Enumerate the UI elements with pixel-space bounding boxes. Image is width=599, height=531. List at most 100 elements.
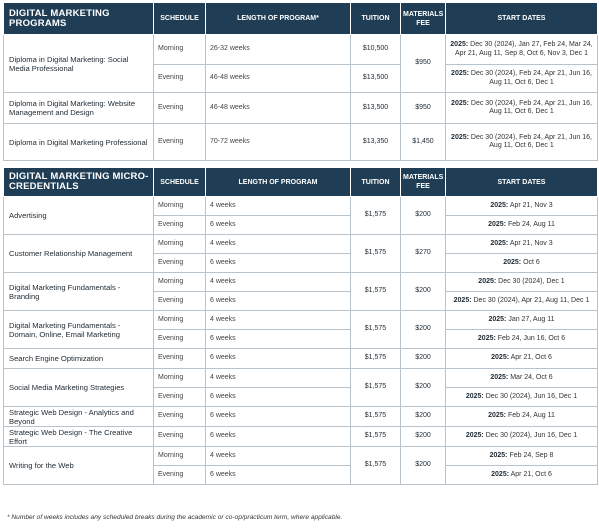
start-dates-cell: 2025: Dec 30 (2024), Feb 24, Apr 21, Jun…	[445, 92, 598, 124]
length-cell: 6 weeks	[205, 215, 351, 235]
table-row: Diploma in Digital Marketing: Social Med…	[3, 34, 598, 93]
schedule-cell: Evening	[153, 215, 206, 235]
schedule-cell: Evening	[153, 465, 206, 485]
tuition-cell: $1,575	[350, 272, 401, 311]
materials-fee-cell: $200	[400, 272, 446, 311]
course-name: Writing for the Web	[3, 446, 154, 485]
length-header: LENGTH OF PROGRAM*	[205, 2, 351, 35]
materials-fee-cell: $1,450	[400, 123, 446, 161]
year-label: 2025:	[450, 41, 469, 49]
length-cell: 4 weeks	[205, 310, 351, 330]
tuition-cell: $10,500	[350, 34, 401, 65]
year-label: 2025:	[451, 99, 469, 107]
table-row: Strategic Web Design - The Creative Effo…	[3, 426, 598, 447]
tuition-header: TUITION	[350, 167, 401, 197]
start-dates-cell: 2025: Apr 21, Oct 6	[445, 348, 598, 369]
year-label: 2025:	[489, 451, 508, 459]
materials-header: MATERIALS FEE	[400, 2, 446, 35]
start-dates-cell: 2025: Jan 27, Aug 11	[445, 310, 598, 330]
start-dates-header: START DATES	[445, 2, 598, 35]
materials-fee-cell: $950	[400, 34, 446, 93]
course-name: Social Media Marketing Strategies	[3, 368, 154, 407]
program-name: Diploma in Digital Marketing: Website Ma…	[3, 92, 154, 124]
schedule-cell: Morning	[153, 196, 206, 216]
table-row: Customer Relationship Management Morning 4…	[3, 234, 598, 273]
schedule-cell: Morning	[153, 34, 206, 65]
programs-table: DIGITAL MARKETING PROGRAMS SCHEDULE LENG…	[3, 2, 598, 161]
start-dates-cell: 2025: Feb 24, Aug 11	[445, 406, 598, 427]
year-label: 2025:	[490, 373, 509, 381]
dates-list: Apr 21, Nov 3	[509, 201, 553, 209]
table-row: Diploma in Digital Marketing Professiona…	[3, 123, 598, 161]
length-cell: 4 weeks	[205, 234, 351, 254]
dates-list: Apr 21, Oct 6	[510, 470, 552, 478]
schedule-cell: Evening	[153, 329, 206, 349]
length-cell: 26-32 weeks	[205, 34, 351, 65]
tuition-cell: $1,575	[350, 446, 401, 485]
year-label: 2025:	[491, 470, 510, 478]
year-label: 2025:	[503, 258, 522, 266]
start-dates-cell: 2025: Dec 30 (2024), Feb 24, Apr 21, Jun…	[445, 123, 598, 161]
year-label: 2025:	[453, 296, 472, 304]
dates-list: Apr 21, Oct 6	[510, 354, 552, 362]
schedule-cell: Evening	[153, 64, 206, 93]
length-cell: 6 weeks	[205, 426, 351, 447]
start-dates-cell: 2025: Dec 30 (2024), Jun 16, Dec 1	[445, 387, 598, 407]
year-label: 2025:	[488, 412, 506, 420]
start-dates-cell: 2025: Dec 30 (2024), Apr 21, Aug 11, Dec…	[445, 291, 598, 311]
dates-list: Dec 30 (2024), Apr 21, Aug 11, Dec 1	[473, 296, 590, 304]
start-dates-cell: 2025: Apr 21, Nov 3	[445, 196, 598, 216]
program-name: Diploma in Digital Marketing: Social Med…	[3, 34, 154, 93]
table-row: Strategic Web Design - Analytics and Bey…	[3, 406, 598, 427]
year-label: 2025:	[477, 334, 496, 342]
dates-list: Oct 6	[523, 258, 540, 266]
start-dates-cell: 2025: Feb 24, Jun 16, Oct 6	[445, 329, 598, 349]
dates-list: Apr 21, Nov 3	[509, 239, 553, 247]
dates-list: Feb 24, Aug 11	[507, 220, 555, 228]
schedule-cell: Evening	[153, 426, 206, 447]
schedule-cell: Morning	[153, 272, 206, 292]
schedule-cell: Morning	[153, 446, 206, 466]
schedule-cell: Evening	[153, 123, 206, 161]
schedule-cell: Evening	[153, 406, 206, 427]
materials-fee-cell: $200	[400, 426, 446, 447]
dates-list: Feb 24, Aug 11	[507, 412, 555, 420]
dates-list: Dec 30 (2024), Jan 27, Feb 24, Mar 24, A…	[455, 41, 593, 57]
dates-list: Dec 30 (2024), Feb 24, Apr 21, Jun 16, A…	[470, 133, 592, 149]
table-row: Search Engine Optimization Evening 6 weeks…	[3, 348, 598, 369]
length-cell: 46-48 weeks	[205, 92, 351, 124]
schedule-cell: Evening	[153, 291, 206, 311]
length-cell: 4 weeks	[205, 446, 351, 466]
length-cell: 6 weeks	[205, 348, 351, 369]
year-label: 2025:	[451, 70, 469, 78]
schedule-cell: Evening	[153, 387, 206, 407]
dates-list: Dec 30 (2024), Feb 24, Apr 21, Jun 16, A…	[470, 99, 592, 115]
dates-list: Dec 30 (2024), Jun 16, Dec 1	[485, 392, 578, 400]
materials-fee-cell: $200	[400, 196, 446, 235]
table-row: Advertising Morning 4 weeks $1,575 $200 2025:…	[3, 196, 598, 235]
micro-credentials-table: DIGITAL MARKETING MICRO-CREDENTIALS SCHE…	[3, 167, 598, 485]
dates-list: Dec 30 (2024), Dec 1	[498, 277, 565, 285]
tuition-header: TUITION	[350, 2, 401, 35]
start-dates-cell: 2025: Dec 30 (2024), Jun 16, Dec 1	[445, 426, 598, 447]
schedule-header: SCHEDULE	[153, 167, 206, 197]
tuition-cell: $13,500	[350, 92, 401, 124]
materials-fee-cell: $200	[400, 368, 446, 407]
schedule-cell: Morning	[153, 368, 206, 388]
program-name: Diploma in Digital Marketing Professiona…	[3, 123, 154, 161]
length-cell: 6 weeks	[205, 465, 351, 485]
course-name: Strategic Web Design - The Creative Effo…	[3, 426, 154, 447]
year-label: 2025:	[488, 220, 506, 228]
micro-body: Advertising Morning 4 weeks $1,575 $200 2025:…	[3, 196, 598, 485]
year-label: 2025:	[465, 432, 484, 440]
table-row: Digital Marketing Fundamentals - Domain,…	[3, 310, 598, 349]
tuition-cell: $13,500	[350, 64, 401, 93]
materials-header: MATERIALS FEE	[400, 167, 446, 197]
start-dates-cell: 2025: Feb 24, Sep 8	[445, 446, 598, 466]
year-label: 2025:	[491, 354, 510, 362]
table-row: Writing for the Web Morning 4 weeks $1,575 $…	[3, 446, 598, 485]
dates-list: Feb 24, Jun 16, Oct 6	[497, 334, 566, 342]
length-cell: 4 weeks	[205, 368, 351, 388]
course-name: Digital Marketing Fundamentals - Brandin…	[3, 272, 154, 311]
dates-list: Dec 30 (2024), Feb 24, Apr 21, Jun 16, A…	[470, 70, 592, 86]
